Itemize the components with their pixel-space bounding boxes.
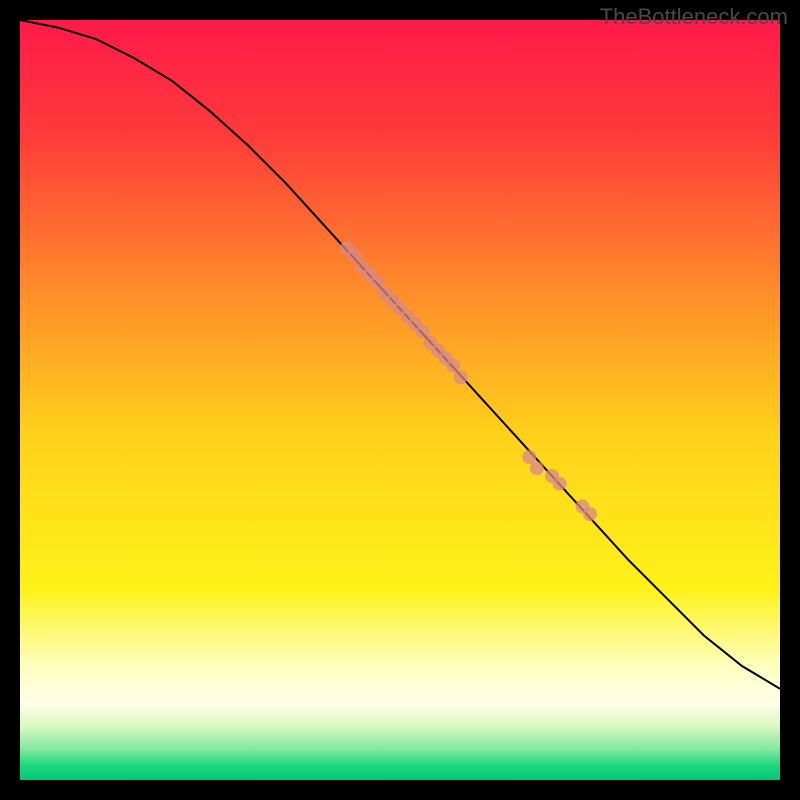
chart-svg xyxy=(20,20,780,780)
cluster-upper-dots xyxy=(340,241,468,384)
chart-frame xyxy=(20,20,780,780)
bottleneck-curve xyxy=(20,20,780,689)
plot-area xyxy=(20,20,780,780)
watermark-text: TheBottleneck.com xyxy=(600,4,788,30)
cluster-lower-dots xyxy=(522,450,597,521)
